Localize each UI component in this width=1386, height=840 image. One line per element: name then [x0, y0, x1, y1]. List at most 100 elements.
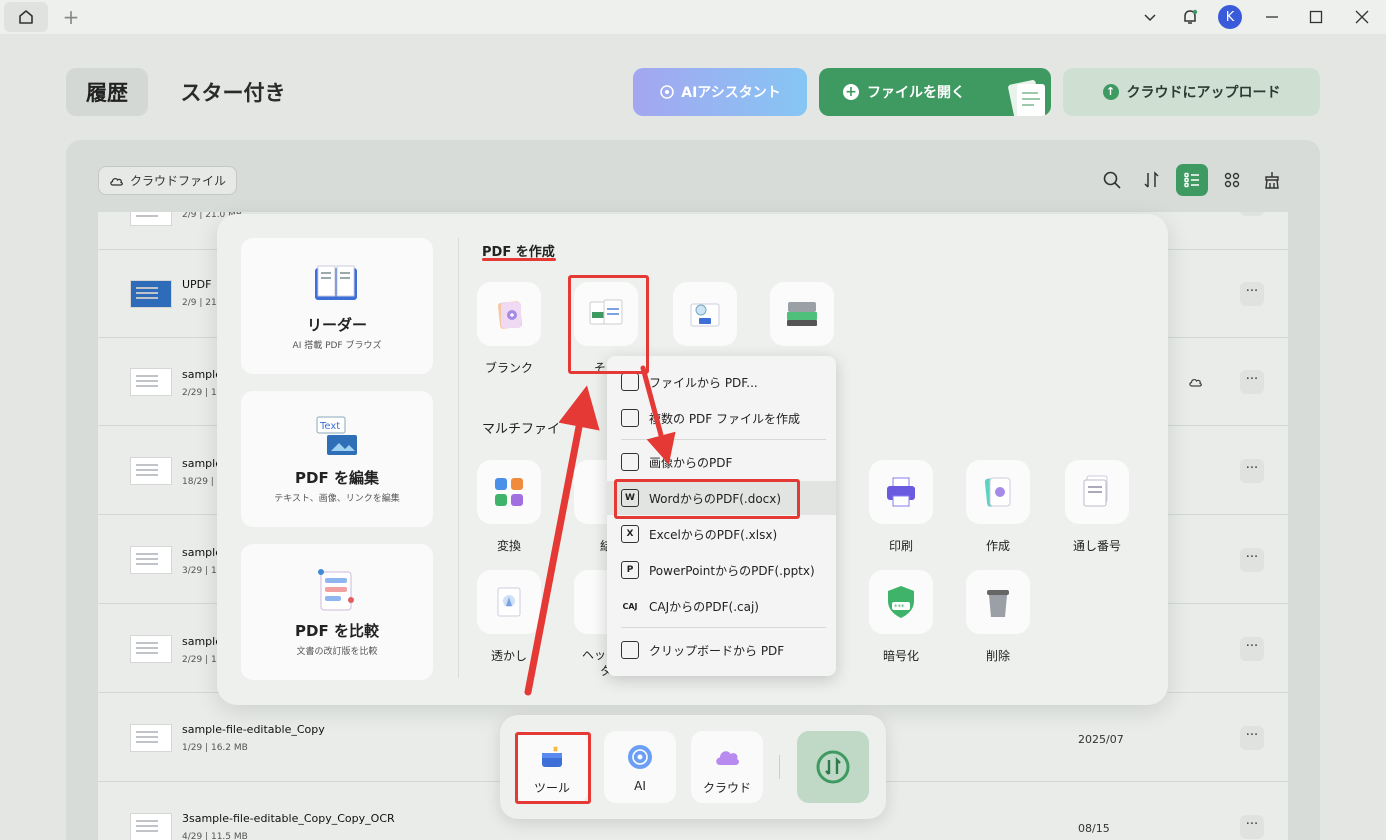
compare-pdf-card[interactable]: PDF を比較 文書の改訂版を比較 — [241, 544, 433, 680]
account-button[interactable]: K — [1210, 0, 1250, 34]
more-button[interactable]: ··· — [1240, 637, 1264, 661]
avatar: K — [1218, 5, 1242, 29]
bates-number-label: 通し番号 — [1072, 539, 1121, 553]
file-thumbnail — [130, 546, 172, 574]
file-meta: 2/29 | 1 — [182, 655, 217, 665]
menu-item-from-word[interactable]: W WordからのPDF(.docx) — [607, 481, 836, 515]
ai-assistant-button[interactable]: AIアシスタント — [633, 68, 807, 116]
file-thumbnail — [130, 212, 172, 226]
convert-icon — [495, 478, 523, 506]
more-button[interactable]: ··· — [1240, 370, 1264, 394]
print-tool[interactable]: 印刷 — [869, 460, 933, 554]
sort-icon — [1144, 171, 1159, 188]
reader-title: リーダー — [306, 316, 367, 334]
file-name: sample — [182, 368, 222, 381]
dock-tools-button[interactable]: ツール — [516, 731, 588, 803]
minimize-button[interactable] — [1250, 0, 1294, 34]
cloud-upload-label: クラウドにアップロード — [1126, 85, 1281, 101]
close-window-button[interactable] — [1338, 0, 1386, 34]
new-tab-button[interactable]: + — [58, 2, 84, 32]
encrypt-label: 暗号化 — [882, 649, 919, 663]
dock-divider — [779, 755, 780, 779]
cloud-upload-button[interactable]: ↑ クラウドにアップロード — [1063, 68, 1320, 116]
notifications-button[interactable] — [1170, 0, 1210, 34]
watermark-tool[interactable]: 透かし — [477, 570, 541, 664]
bates-number-tool[interactable]: 通し番号 — [1065, 460, 1129, 554]
more-button[interactable]: ··· — [1240, 212, 1264, 216]
file-thumbnail — [130, 635, 172, 663]
reader-card[interactable]: リーダー AI 搭載 PDF ブラウズ — [241, 238, 433, 374]
compare-pdf-subtitle: 文書の改訂版を比較 — [296, 647, 378, 657]
more-button[interactable]: ··· — [1240, 459, 1264, 483]
file-meta: 3/29 | 1 — [182, 566, 217, 576]
scanner-tool[interactable] — [770, 282, 834, 359]
cloud-files-label: クラウドファイル — [130, 174, 227, 188]
sort-button[interactable] — [1136, 164, 1168, 196]
edit-text-icon: Text — [316, 416, 357, 455]
minimize-icon — [1266, 16, 1278, 18]
more-button[interactable]: ··· — [1240, 282, 1264, 306]
dock-cloud-button[interactable]: クラウド — [691, 731, 763, 803]
scan-id-tool[interactable] — [673, 282, 737, 359]
home-tab[interactable] — [4, 2, 48, 32]
tabs-dropdown-button[interactable] — [1130, 0, 1170, 34]
menu-item-from-caj[interactable]: CAJ CAJからのPDF(.caj) — [607, 589, 836, 623]
tab-starred[interactable]: スター付き — [166, 68, 300, 116]
book-icon — [315, 265, 357, 300]
create-doc-icon — [984, 477, 1011, 507]
menu-item-from-powerpoint[interactable]: P PowerPointからのPDF(.pptx) — [607, 553, 836, 587]
menu-separator — [621, 439, 826, 440]
numbering-icon — [1083, 475, 1108, 507]
maximize-button[interactable] — [1294, 0, 1338, 34]
close-icon — [1355, 10, 1369, 24]
search-button[interactable] — [1096, 164, 1128, 196]
create-tool[interactable]: 作成 — [966, 460, 1030, 554]
tab-history[interactable]: 履歴 — [66, 68, 148, 116]
dock-ai-button[interactable]: AI — [604, 731, 676, 803]
broom-icon — [1265, 172, 1279, 189]
word-icon: W — [621, 489, 639, 507]
open-file-button[interactable]: + ファイルを開く — [819, 68, 1051, 116]
list-view-button[interactable] — [1176, 164, 1208, 196]
shield-lock-icon: *** — [888, 586, 914, 618]
delete-tool[interactable]: 削除 — [966, 570, 1030, 664]
sync-button[interactable] — [797, 731, 869, 803]
clipboard-icon — [621, 641, 639, 659]
bell-icon — [1184, 9, 1198, 24]
menu-item-from-clipboard[interactable]: クリップボードから PDF — [607, 633, 836, 667]
print-label: 印刷 — [888, 539, 913, 553]
toolbox-icon — [542, 746, 562, 767]
file-meta: 4/29 | 11.5 MB — [182, 832, 248, 840]
ai-orb-icon — [628, 745, 652, 769]
file-meta: 2/29 | 1 — [182, 388, 217, 398]
file-name: 3sample-file-editable_Copy_Copy_OCR — [182, 812, 395, 825]
more-button[interactable]: ··· — [1240, 815, 1264, 839]
reader-subtitle: AI 搭載 PDF ブラウズ — [292, 341, 382, 351]
menu-item-from-excel[interactable]: X ExcelからのPDF(.xlsx) — [607, 517, 836, 551]
file-thumbnail — [130, 724, 172, 752]
svg-text:Text: Text — [319, 421, 340, 432]
convert-tool[interactable]: 変換 — [477, 460, 541, 554]
cloud-files-filter[interactable]: クラウドファイル — [98, 166, 238, 195]
create-label: 作成 — [985, 539, 1010, 553]
encrypt-tool[interactable]: *** 暗号化 — [869, 570, 933, 664]
file-name: sample — [182, 635, 222, 648]
grid-view-icon — [1224, 172, 1240, 188]
image-icon — [621, 453, 639, 471]
printer-icon — [887, 477, 915, 507]
menu-item-from-image[interactable]: 画像からのPDF — [607, 445, 836, 479]
menu-item-from-file[interactable]: ファイルから PDF... — [607, 365, 836, 399]
grid-view-button[interactable] — [1216, 164, 1248, 196]
compare-icon — [318, 569, 354, 611]
clean-button[interactable] — [1256, 164, 1288, 196]
more-button[interactable]: ··· — [1240, 726, 1264, 750]
edit-pdf-card[interactable]: Text PDF を編集 テキスト、画像、リンクを編集 — [241, 391, 433, 527]
ai-assistant-label: AIアシスタント — [681, 85, 781, 101]
create-from-file-icon — [589, 299, 623, 325]
more-button[interactable]: ··· — [1240, 548, 1264, 572]
ai-icon — [660, 85, 674, 99]
plus-icon: + — [843, 84, 859, 100]
blank-pdf-tool[interactable]: ブランク — [477, 282, 541, 376]
menu-item-multiple-files[interactable]: 複数の PDF ファイルを作成 — [607, 401, 836, 435]
file-date: 2025/07 — [1078, 733, 1124, 746]
